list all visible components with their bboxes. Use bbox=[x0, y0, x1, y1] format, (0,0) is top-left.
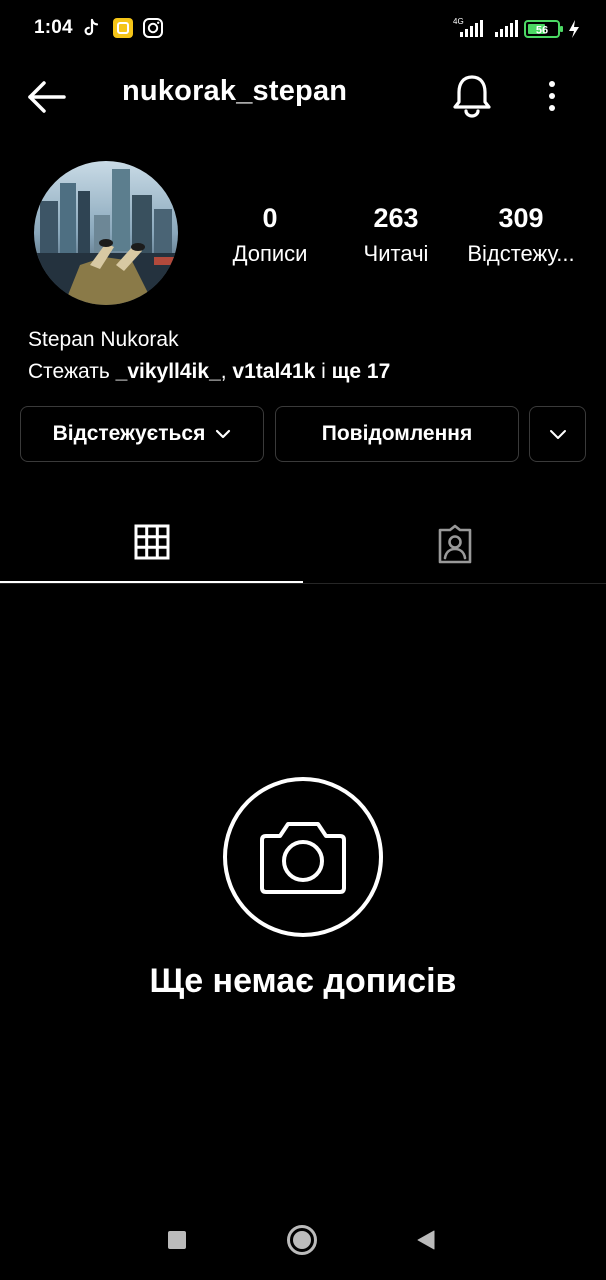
stat-posts: 0 Дописи bbox=[200, 202, 340, 268]
charging-icon bbox=[569, 20, 579, 38]
grid-icon bbox=[134, 524, 169, 560]
message-button[interactable]: Повідомлення bbox=[275, 406, 519, 462]
bell-icon[interactable] bbox=[450, 72, 494, 118]
profile-username: nukorak_stepan bbox=[122, 75, 348, 107]
signal-icon: 4G bbox=[453, 17, 483, 37]
message-button-label: Повідомлення bbox=[321, 422, 473, 445]
instagram-icon bbox=[143, 18, 163, 38]
posts-count: 0 bbox=[262, 203, 278, 233]
signal-icon bbox=[495, 20, 518, 37]
following-button-label: Відстежується bbox=[52, 422, 206, 445]
followed-by-prefix: Стежать bbox=[28, 360, 116, 383]
following-label: Відстежу... bbox=[467, 241, 575, 266]
suggested-users-button[interactable] bbox=[529, 406, 586, 462]
battery-icon: 56 bbox=[524, 20, 563, 38]
status-time: 1:04 bbox=[34, 17, 73, 38]
followers-count: 263 bbox=[373, 203, 419, 233]
tab-tagged[interactable] bbox=[303, 504, 606, 584]
battery-level: 56 bbox=[536, 25, 548, 37]
stat-followers[interactable]: 263 Читачі bbox=[326, 202, 466, 268]
followed-by-mid: і bbox=[315, 360, 332, 383]
followed-by-user[interactable]: v1tal41k bbox=[232, 360, 315, 383]
status-bar: 1:04 4G 56 bbox=[0, 0, 606, 58]
network-label: 4G bbox=[453, 17, 464, 26]
home-circle-icon[interactable] bbox=[286, 1224, 318, 1256]
camera-icon bbox=[223, 777, 383, 937]
more-vertical-icon[interactable] bbox=[536, 76, 568, 116]
posts-label: Дописи bbox=[232, 241, 308, 266]
followed-by-sep: , bbox=[220, 360, 233, 383]
recents-square-icon[interactable] bbox=[167, 1230, 187, 1250]
stat-following[interactable]: 309 Відстежу... bbox=[451, 202, 591, 268]
back-arrow-icon[interactable] bbox=[26, 76, 68, 118]
followed-by-line[interactable]: Стежать _vikyll4ik_, v1tal41k і ще 17 bbox=[28, 360, 390, 384]
chevron-down-icon bbox=[549, 430, 566, 439]
profile-full-name: Stepan Nukorak bbox=[28, 328, 179, 351]
tiktok-icon bbox=[84, 18, 99, 36]
tagged-person-icon bbox=[438, 524, 471, 564]
notes-app-icon bbox=[113, 18, 133, 38]
tab-posts-grid[interactable] bbox=[0, 504, 303, 584]
chevron-down-icon bbox=[216, 429, 231, 439]
empty-state-text: Ще немає дописів bbox=[149, 962, 457, 1000]
following-button[interactable]: Відстежується bbox=[20, 406, 264, 462]
tab-divider bbox=[0, 583, 606, 584]
followers-label: Читачі bbox=[363, 241, 429, 266]
followed-by-more[interactable]: ще 17 bbox=[332, 360, 391, 383]
back-triangle-icon[interactable] bbox=[416, 1229, 436, 1251]
avatar[interactable] bbox=[34, 161, 178, 305]
following-count: 309 bbox=[498, 203, 544, 233]
followed-by-user[interactable]: _vikyll4ik_ bbox=[116, 360, 221, 383]
